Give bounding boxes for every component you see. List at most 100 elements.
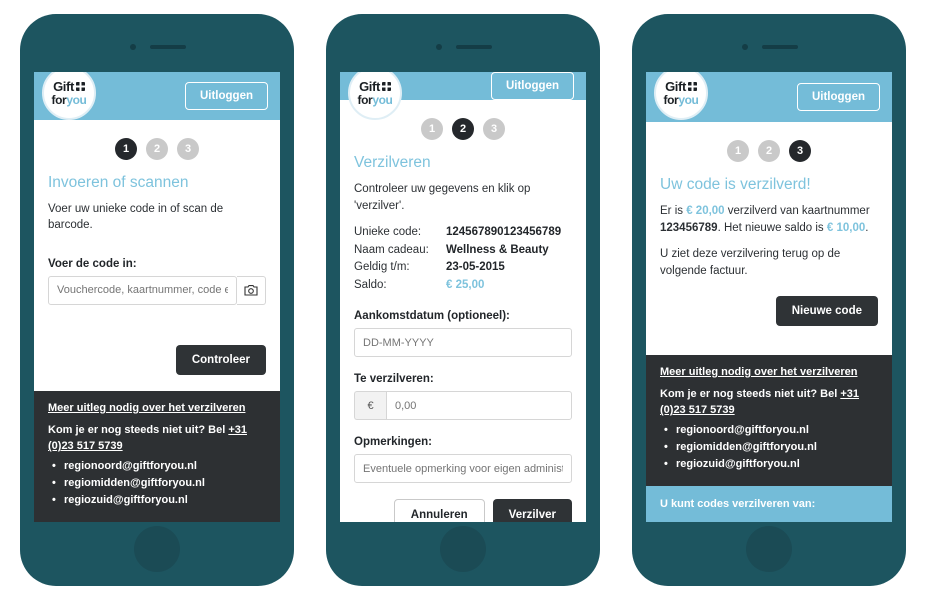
gift-box-icon [75, 82, 85, 91]
front-camera-icon [436, 44, 442, 50]
help-phone-prefix: Kom je er nog steeds niet uit? Bel [48, 423, 229, 436]
gift-box-icon [381, 82, 391, 91]
more-info-link[interactable]: Meer uitleg nodig over het verzilveren [660, 366, 878, 378]
logout-button[interactable]: Uitloggen [490, 72, 574, 100]
logo-text-you: you [372, 93, 393, 107]
help-email-list: regionoord@giftforyou.nl regiomidden@gif… [660, 422, 878, 473]
brand-logo: Gift foryou [654, 72, 708, 120]
help-footer: Meer uitleg nodig over het verzilveren K… [34, 390, 280, 522]
page-lead-text: Controleer uw gegevens en klik op 'verzi… [354, 183, 531, 212]
check-code-button[interactable]: Controleer [175, 344, 266, 375]
detail-row-valid-until: Geldig t/m: 23-05-2015 [354, 259, 572, 276]
phone-1: Gift foryou Uitloggen 1 2 3 Invoeren of … [20, 14, 294, 586]
new-balance: € 10,00 [826, 221, 866, 234]
earpiece-speaker-icon [762, 45, 798, 49]
logo-text-you: you [678, 93, 699, 107]
more-info-link[interactable]: Meer uitleg nodig over het verzilveren [48, 402, 266, 414]
list-item[interactable]: regiozuid@giftforyou.nl [660, 456, 878, 473]
list-item[interactable]: regiomidden@giftforyou.nl [48, 475, 266, 492]
detail-label: Geldig t/m: [354, 261, 410, 274]
detail-value: Wellness & Beauty [446, 243, 549, 256]
phone-1-screen: Gift foryou Uitloggen 1 2 3 Invoeren of … [34, 72, 280, 522]
page-lead-text: Voer uw unieke code in of scan de barcod… [48, 202, 224, 232]
detail-label: Naam cadeau: [354, 243, 429, 256]
logo-text-gift: Gift [665, 79, 686, 94]
help-phone-prefix: Kom je er nog steeds niet uit? Bel [660, 387, 841, 400]
help-phone-line: Kom je er nog steeds niet uit? Bel +31 (… [48, 422, 266, 455]
detail-row-unique-code: Unieke code: 124567890123456789 [354, 224, 572, 241]
invoice-note: U ziet deze verzilvering terug op de vol… [660, 248, 841, 278]
confirm-part-c: . Het nieuwe saldo is [717, 221, 827, 234]
redeem-amount-label: Te verzilveren: [354, 373, 434, 386]
help-phone-line: Kom je er nog steeds niet uit? Bel +31 (… [660, 386, 878, 419]
confirmation-text: Er is € 20,00 verzilverd van kaartnummer… [660, 203, 878, 236]
step-2[interactable]: 2 [758, 140, 780, 162]
redeem-amount-input[interactable] [386, 391, 572, 421]
gift-box-icon [687, 82, 697, 91]
front-camera-icon [742, 44, 748, 50]
step-indicator: 1 2 3 [646, 122, 892, 176]
app-header: Gift foryou Uitloggen [34, 72, 280, 120]
camera-scan-button[interactable] [237, 275, 266, 305]
detail-label: Saldo: [354, 278, 387, 291]
app-header: Gift foryou Uitloggen [340, 72, 586, 120]
camera-icon [244, 285, 258, 296]
earpiece-speaker-icon [150, 45, 186, 49]
voucher-details: Unieke code: 124567890123456789 Naam cad… [354, 224, 572, 294]
redeemed-amount: € 20,00 [686, 205, 725, 217]
app-header: Gift foryou Uitloggen [646, 72, 892, 122]
home-button[interactable] [134, 526, 180, 572]
arrival-date-label: Aankomstdatum (optioneel): [354, 310, 510, 323]
earpiece-speaker-icon [456, 45, 492, 49]
detail-row-balance: Saldo: € 25,00 [354, 277, 572, 294]
logo-text-for: for [51, 93, 67, 107]
step-3[interactable]: 3 [177, 137, 199, 160]
list-item[interactable]: regiozuid@giftforyou.nl [48, 492, 266, 509]
detail-row-gift-name: Naam cadeau: Wellness & Beauty [354, 242, 572, 259]
help-email-list: regionoord@giftforyou.nl regiomidden@gif… [48, 458, 266, 509]
arrival-date-input[interactable] [354, 328, 572, 358]
step-1[interactable]: 1 [727, 140, 749, 162]
phone-3-screen: Gift foryou Uitloggen 1 2 3 Uw code is v… [646, 72, 892, 522]
detail-value: 23-05-2015 [446, 261, 505, 274]
home-button[interactable] [440, 526, 486, 572]
code-input[interactable] [48, 275, 237, 305]
detail-value: € 25,00 [446, 278, 485, 291]
logout-button[interactable]: Uitloggen [184, 81, 268, 110]
remarks-input[interactable] [354, 454, 572, 484]
step-3[interactable]: 3 [789, 140, 811, 162]
step-1[interactable]: 1 [115, 137, 137, 160]
confirm-part-b: verzilverd van kaartnummer [724, 205, 870, 217]
redeem-button[interactable]: Verzilver [492, 499, 572, 522]
phone-mockups-stage: Gift foryou Uitloggen 1 2 3 Invoeren of … [0, 0, 926, 600]
help-footer: Meer uitleg nodig over het verzilveren K… [646, 354, 892, 486]
page-title: Invoeren of scannen [48, 173, 189, 191]
logout-button[interactable]: Uitloggen [796, 83, 880, 111]
phone-3-top-bezel [632, 14, 906, 72]
brand-logo: Gift foryou [42, 72, 96, 120]
home-button[interactable] [746, 526, 792, 572]
list-item[interactable]: regionoord@giftforyou.nl [660, 422, 878, 439]
phone-2-screen: Gift foryou Uitloggen 1 2 3 Verzilveren … [340, 72, 586, 522]
list-item[interactable]: regionoord@giftforyou.nl [48, 458, 266, 475]
logo-text-for: for [663, 93, 679, 107]
step-2[interactable]: 2 [452, 118, 474, 140]
logo-text-you: you [66, 93, 87, 107]
list-item[interactable]: regiomidden@giftforyou.nl [660, 439, 878, 456]
phone-2: Gift foryou Uitloggen 1 2 3 Verzilveren … [326, 14, 600, 586]
confirm-part-d: . [865, 221, 869, 234]
euro-prefix-icon: € [354, 391, 386, 421]
page-title: Uw code is verzilverd! [660, 176, 811, 193]
logo-text-gift: Gift [359, 79, 380, 94]
code-field-label: Voer de code in: [48, 257, 137, 270]
step-3[interactable]: 3 [483, 118, 505, 140]
phone-2-top-bezel [326, 14, 600, 72]
cancel-button[interactable]: Annuleren [393, 499, 485, 522]
step-1[interactable]: 1 [421, 118, 443, 140]
phone-3: Gift foryou Uitloggen 1 2 3 Uw code is v… [632, 14, 906, 586]
logo-text-for: for [357, 93, 373, 107]
new-code-button[interactable]: Nieuwe code [775, 295, 878, 326]
page-title: Verzilveren [354, 154, 431, 171]
card-number: 123456789 [660, 221, 718, 234]
step-2[interactable]: 2 [146, 137, 168, 160]
